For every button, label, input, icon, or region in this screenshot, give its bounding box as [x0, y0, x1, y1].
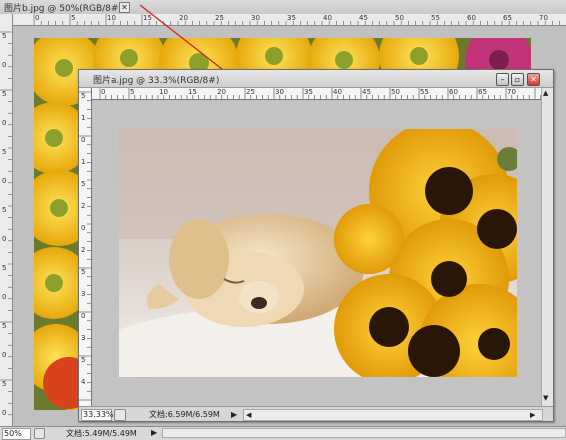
- back-ruler-top-tick-label: 10: [107, 14, 116, 22]
- back-ruler-top-tick-label: 60: [467, 14, 476, 22]
- front-ruler-left-tick-label: 0: [81, 224, 86, 232]
- front-ruler-left-tick-label: 3: [81, 290, 86, 298]
- puppy-photo: [119, 129, 517, 377]
- scroll-right-arrow-icon[interactable]: ▶: [530, 410, 535, 420]
- back-ruler-left-tick-label: 0: [2, 351, 7, 359]
- back-ruler-top-tick-label: 70: [539, 14, 548, 22]
- front-document-window[interactable]: 图片a.jpg @ 33.3%(RGB/8#) – ▫ ✕ 0 5 10 15 20 25…: [78, 69, 554, 422]
- back-horizontal-ruler[interactable]: 0 5 10 15 20 25 30 35 40 45 50 55 60 65 70: [12, 14, 566, 26]
- scroll-up-arrow-icon[interactable]: ▲: [543, 89, 548, 97]
- front-ruler-top-tick-label: 30: [275, 88, 284, 96]
- back-document-tab[interactable]: 图片b.jpg @ 50%(RGB/8#) ✕: [0, 0, 566, 15]
- front-ruler-left-tick-label: 0: [81, 312, 86, 320]
- back-document-size-info: 文档:5.49M/5.49M: [66, 429, 137, 438]
- front-ruler-left-tick-label: 3: [81, 334, 86, 342]
- back-ruler-top-tick-label: 50: [395, 14, 404, 22]
- horizontal-scrollbar[interactable]: ◀ ▶: [243, 409, 543, 421]
- close-icon[interactable]: ✕: [527, 73, 540, 86]
- back-ruler-top-tick-label: 35: [287, 14, 296, 22]
- back-ruler-top-tick-label: 65: [503, 14, 512, 22]
- front-ruler-top-tick-label: 0: [101, 88, 106, 96]
- back-horizontal-scrollbar[interactable]: [162, 428, 566, 438]
- front-ruler-top-tick-label: 20: [217, 88, 226, 96]
- front-ruler-top-tick-label: 15: [188, 88, 197, 96]
- front-ruler-top-tick-label: 5: [130, 88, 135, 96]
- close-icon[interactable]: ✕: [119, 2, 130, 13]
- puppy-sunflower-image: [119, 129, 517, 377]
- back-ruler-left-tick-label: 0: [2, 177, 7, 185]
- zoom-level-field[interactable]: 33.33%: [81, 409, 114, 421]
- back-vertical-ruler-ticks: [0, 31, 12, 416]
- front-ruler-left-tick-label: 5: [81, 180, 86, 188]
- scroll-down-arrow-icon[interactable]: ▼: [543, 394, 548, 402]
- back-zoom-options-icon[interactable]: [34, 428, 45, 439]
- back-status-bar: 50% 文档:5.49M/5.49M ▶: [0, 426, 566, 440]
- front-horizontal-ruler[interactable]: 0 5 10 15 20 25 30 35 40 45 50 55 60 65 70: [92, 88, 542, 100]
- front-ruler-left-tick-label: 5: [81, 92, 86, 100]
- restore-icon[interactable]: ▫: [511, 73, 524, 86]
- back-zoom-level-field[interactable]: 50%: [2, 428, 31, 440]
- zoom-options-icon[interactable]: [114, 409, 126, 421]
- front-ruler-left-tick-label: 0: [81, 136, 86, 144]
- vertical-scrollbar[interactable]: ▲ ▼: [541, 88, 553, 406]
- back-ruler-left-tick-label: 5: [2, 264, 7, 272]
- minimize-icon[interactable]: –: [496, 73, 509, 86]
- front-vertical-ruler[interactable]: 5 1 0 1 5 2 0 2 5 3 0 3 5 4: [79, 88, 92, 406]
- back-ruler-top-tick-label: 15: [143, 14, 152, 22]
- back-ruler-left-tick-label: 5: [2, 90, 7, 98]
- back-ruler-left-tick-label: 0: [2, 61, 7, 69]
- back-ruler-left-tick-label: 0: [2, 409, 7, 417]
- front-ruler-top-tick-label: 65: [478, 88, 487, 96]
- status-menu-arrow-icon[interactable]: ▶: [231, 409, 237, 420]
- back-ruler-top-tick-label: 25: [215, 14, 224, 22]
- front-ruler-top-tick-label: 40: [333, 88, 342, 96]
- back-ruler-left-tick-label: 5: [2, 380, 7, 388]
- back-ruler-top-tick-label: 55: [431, 14, 440, 22]
- front-ruler-top-tick-label: 70: [507, 88, 516, 96]
- front-ruler-left-tick-label: 1: [81, 158, 86, 166]
- back-ruler-left-tick-label: 5: [2, 32, 7, 40]
- back-ruler-left-tick-label: 0: [2, 235, 7, 243]
- back-ruler-left-tick-label: 5: [2, 148, 7, 156]
- front-title-bar[interactable]: 图片a.jpg @ 33.3%(RGB/8#) – ▫ ✕: [79, 70, 553, 88]
- front-status-bar: 33.33% 文档:6.59M/6.59M ▶ ◀ ▶: [79, 406, 553, 421]
- front-ruler-top-tick-label: 25: [246, 88, 255, 96]
- front-ruler-top-tick-label: 35: [304, 88, 313, 96]
- back-ruler-top-tick-label: 45: [359, 14, 368, 22]
- back-vertical-ruler[interactable]: 5 0 5 0 5 0 5 0 5 0 5 0 5 0: [0, 14, 13, 426]
- back-status-menu-arrow-icon[interactable]: ▶: [151, 428, 159, 438]
- scroll-left-arrow-icon[interactable]: ◀: [246, 410, 251, 420]
- document-size-info: 文档:6.59M/6.59M: [149, 410, 220, 419]
- front-ruler-left-tick-label: 2: [81, 202, 86, 210]
- front-ruler-left-tick-label: 1: [81, 114, 86, 122]
- front-ruler-top-tick-label: 50: [391, 88, 400, 96]
- back-ruler-top-tick-label: 40: [323, 14, 332, 22]
- front-ruler-top-tick-label: 60: [449, 88, 458, 96]
- back-ruler-left-tick-label: 0: [2, 119, 7, 127]
- back-ruler-top-tick-label: 5: [71, 14, 76, 22]
- front-ruler-left-tick-label: 5: [81, 356, 86, 364]
- front-ruler-top-tick-label: 45: [362, 88, 371, 96]
- front-ruler-left-tick-label: 4: [81, 378, 86, 386]
- back-ruler-left-tick-label: 5: [2, 206, 7, 214]
- back-ruler-top-tick-label: 30: [251, 14, 260, 22]
- back-ruler-left-tick-label: 5: [2, 322, 7, 330]
- back-ruler-top-tick-label: 20: [179, 14, 188, 22]
- back-document-title: 图片b.jpg @ 50%(RGB/8#): [4, 4, 122, 14]
- back-ruler-top-tick-label: 0: [35, 14, 40, 22]
- front-ruler-left-tick-label: 2: [81, 246, 86, 254]
- front-ruler-top-tick-label: 10: [159, 88, 168, 96]
- front-ruler-left-tick-label: 5: [81, 268, 86, 276]
- back-ruler-left-tick-label: 0: [2, 293, 7, 301]
- front-document-title: 图片a.jpg @ 33.3%(RGB/8#): [93, 76, 220, 86]
- front-ruler-top-tick-label: 55: [420, 88, 429, 96]
